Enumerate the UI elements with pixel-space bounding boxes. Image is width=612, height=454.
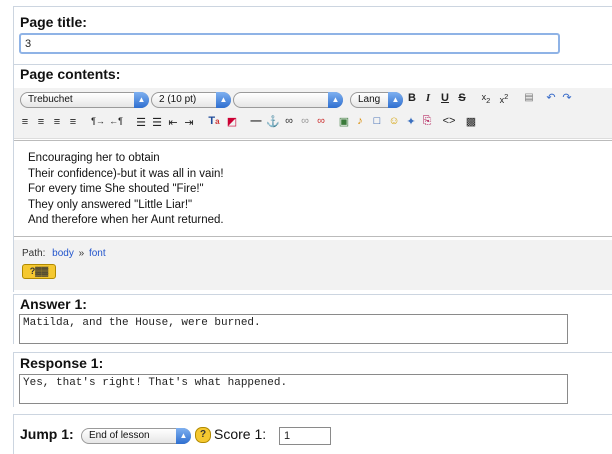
path-link-body[interactable]: body xyxy=(52,248,74,259)
content-line: For every time She shouted "Fire!" xyxy=(28,183,204,195)
fullscreen-icon[interactable]: ▩ xyxy=(464,115,478,128)
undo-icon[interactable]: ↶ xyxy=(544,91,558,104)
subscript-icon[interactable]: x2 xyxy=(479,92,493,105)
chevron-down-icon: ▲ xyxy=(388,92,403,108)
text-color-icon[interactable]: Ta xyxy=(207,115,221,127)
answer1-textarea[interactable]: Matilda, and the House, were burned. xyxy=(19,314,568,344)
jump1-label: Jump 1: xyxy=(20,426,74,442)
clean-word-icon[interactable]: ▤ xyxy=(522,92,536,103)
ltr-icon[interactable]: ¶→ xyxy=(91,116,105,126)
path-bar: Path: body » font ?▓▓ xyxy=(14,240,612,290)
content-line: They only answered "Little Liar!" xyxy=(28,198,193,211)
superscript-icon[interactable]: x2 xyxy=(497,92,511,105)
font-size-select[interactable]: 2 (10 pt) ▲ xyxy=(151,92,231,108)
table-icon[interactable]: □ xyxy=(370,115,384,127)
path-separator: » xyxy=(78,248,85,259)
strikethrough-icon[interactable]: S xyxy=(455,92,469,104)
anchor-icon[interactable]: ⚓ xyxy=(266,115,280,128)
unordered-list-icon[interactable]: ☰ xyxy=(150,116,164,129)
chevron-down-icon: ▲ xyxy=(134,92,149,108)
score1-label: Score 1: xyxy=(214,426,267,442)
answer1-label: Answer 1: xyxy=(20,296,87,312)
smiley-icon[interactable]: ☺ xyxy=(387,115,401,127)
bold-icon[interactable]: B xyxy=(405,92,419,104)
outdent-icon[interactable]: ⇤ xyxy=(166,116,180,129)
media-icon[interactable]: ♪ xyxy=(353,115,367,127)
content-line: Encouraging her to obtain xyxy=(28,152,160,164)
help-icon[interactable]: ? xyxy=(195,427,211,443)
image-icon[interactable]: ▣ xyxy=(337,115,351,128)
path-label: Path: xyxy=(22,248,46,259)
horizontal-rule-icon[interactable]: — xyxy=(249,115,263,127)
page-contents-label: Page contents: xyxy=(20,66,121,82)
redo-icon[interactable]: ↷ xyxy=(560,91,574,104)
align-center-icon[interactable]: ≡ xyxy=(34,116,48,128)
ordered-list-icon[interactable]: ☰ xyxy=(134,116,148,129)
special-char-icon[interactable]: ✦ xyxy=(404,115,418,128)
response1-label: Response 1: xyxy=(20,355,104,371)
content-line: And therefore when her Aunt returned. xyxy=(28,214,224,226)
link-icon[interactable]: ∞ xyxy=(282,115,296,127)
unlink-icon[interactable]: ∞ xyxy=(298,115,312,127)
nolink-icon[interactable]: ∞ xyxy=(314,115,328,127)
page-title-label: Page title: xyxy=(20,14,87,30)
html-source-icon[interactable]: <> xyxy=(442,115,456,127)
align-right-icon[interactable]: ≡ xyxy=(50,116,64,128)
font-family-select[interactable]: Trebuchet ▲ xyxy=(20,92,149,108)
jump1-select[interactable]: End of lesson ▲ xyxy=(81,428,191,444)
editor-toolbar: Trebuchet ▲ 2 (10 pt) ▲ ▲ Lang ▲ B I U S x2… xyxy=(14,88,612,139)
italic-icon[interactable]: I xyxy=(421,92,435,104)
underline-icon[interactable]: U xyxy=(438,92,452,104)
align-left-icon[interactable]: ≡ xyxy=(18,116,32,128)
path-breadcrumb: Path: body » font xyxy=(22,248,106,259)
align-justify-icon[interactable]: ≡ xyxy=(66,116,80,128)
lang-select[interactable]: Lang ▲ xyxy=(350,92,403,108)
help-icon[interactable]: ?▓▓ xyxy=(22,264,56,279)
indent-icon[interactable]: ⇥ xyxy=(182,116,196,129)
rtl-icon[interactable]: ←¶ xyxy=(109,116,123,126)
format-select[interactable]: ▲ xyxy=(233,92,343,108)
page-title-input[interactable]: 3 xyxy=(19,33,560,54)
path-link-font[interactable]: font xyxy=(89,248,106,259)
chevron-down-icon: ▲ xyxy=(328,92,343,108)
content-line: Their confidence)-but it was all in vain… xyxy=(28,167,224,180)
score1-input[interactable]: 1 xyxy=(279,427,331,445)
background-color-icon[interactable]: ◩ xyxy=(225,115,239,128)
response1-textarea[interactable]: Yes, that's right! That's what happened. xyxy=(19,374,568,404)
chevron-down-icon: ▲ xyxy=(216,92,231,108)
editor-content-area[interactable]: Encouraging her to obtain Their confiden… xyxy=(14,140,612,237)
search-replace-icon[interactable]: ⎘ xyxy=(420,115,434,128)
